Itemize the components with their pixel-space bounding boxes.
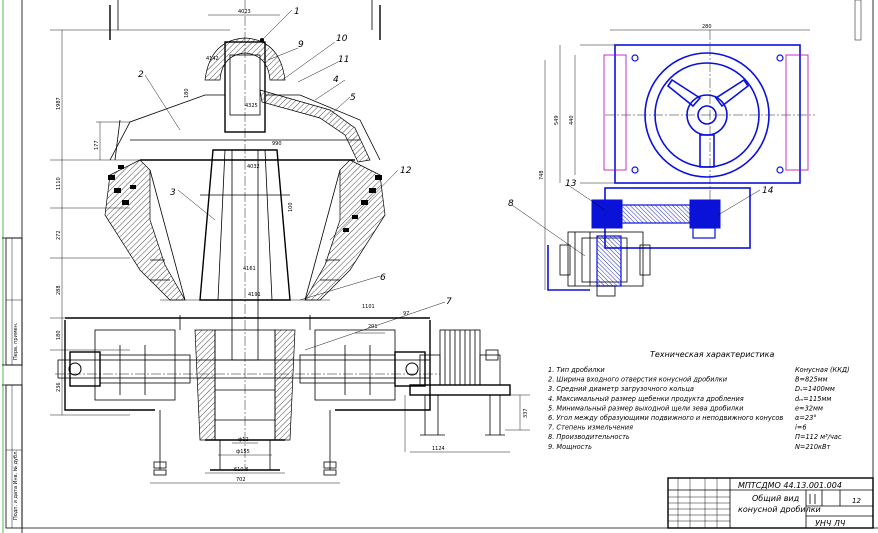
callout-2: 2 [138, 70, 144, 80]
spec-value: Конусная (ККД) [795, 366, 850, 374]
spec-value: П=112 м³/час [795, 433, 842, 441]
crusher-section-view [50, 0, 446, 484]
title-block: МПТСДМО 44.13.001.004 Общий вид конусной… [667, 477, 874, 529]
callout-4: 4 [333, 75, 339, 85]
spec-label: 3. Средний диаметр загрузочного кольца [548, 385, 694, 393]
spec-value: Dₛ=1400мм [795, 385, 835, 393]
dim-top-width: 4023 [238, 9, 251, 15]
dim-plan-h1: 748 [539, 170, 545, 180]
spec-value: B=825мм [795, 376, 828, 384]
callout-3: 3 [170, 188, 176, 198]
doc-code: МПТСДМО 44.13.001.004 [738, 481, 842, 490]
dim-left-h1: 1987 [56, 97, 62, 110]
dim-mid-3: 4191 [248, 292, 261, 298]
callout-12: 12 [400, 166, 412, 176]
callout-8: 8 [508, 199, 514, 209]
spec-value: α=23° [795, 414, 817, 422]
dim-left-h6: 180 [56, 330, 62, 340]
specs-title: Техническая характеристика [650, 350, 775, 359]
drawing-name-line1: Общий вид [752, 494, 800, 503]
dim-bottom-small: ф155 [236, 449, 250, 455]
callout-11: 11 [338, 55, 349, 65]
dim-bottom-width: 702 [236, 477, 246, 483]
callout-14: 14 [762, 186, 774, 196]
dim-plan-h2: 549 [554, 115, 560, 125]
callout-5: 5 [350, 93, 356, 103]
spec-label: 9. Мощность [548, 443, 592, 451]
callout-10: 10 [336, 34, 348, 44]
dim-side-height: 337 [523, 408, 529, 418]
spec-value: N=210кВт [795, 443, 831, 451]
spec-label: 5. Минимальный размер выходной щели зева… [548, 404, 744, 412]
plan-view-drive [511, 29, 815, 297]
dim-right-block: 201 [368, 324, 378, 330]
spec-label: 7. Степень измельчения [548, 424, 633, 432]
spec-label: 4. Максимальный размер щебенки продукта … [548, 395, 744, 403]
spec-label: 8. Производительность [548, 433, 630, 441]
dim-mid-6: 1101 [362, 304, 375, 310]
spec-label: 6. Угол между образующими подвижного и н… [548, 414, 783, 422]
dim-bottom-shaft: ф12 [238, 437, 249, 443]
dim-plan-h3: 440 [569, 115, 575, 125]
svg-text:Подп. и дата Инв. № дубл.: Подп. и дата Инв. № дубл. [13, 450, 19, 520]
dim-right-block2: 97 [403, 311, 409, 317]
dim-left-h5: 288 [56, 285, 62, 295]
dim-mid-8: 100 [288, 202, 294, 212]
dim-mid-5: 4142 [206, 56, 219, 62]
spec-label: 1. Тип дробилки [548, 366, 605, 374]
callout-1: 1 [294, 7, 300, 17]
drawing-name-line2: конусной дробилки [738, 505, 821, 514]
dim-mid-4: 4325 [245, 103, 258, 109]
dim-left-h2: 177 [94, 140, 100, 150]
technical-specifications: Техническая характеристика 1. Тип дробил… [548, 350, 850, 451]
dim-left-h7: 236 [56, 382, 62, 392]
spec-value: e=32мм [795, 404, 823, 412]
side-view-drive [404, 329, 530, 453]
dim-mid-7: 990 [272, 141, 282, 147]
callout-9: 9 [298, 40, 304, 50]
spec-label: 2. Ширина входного отверстия конусной др… [548, 376, 728, 384]
callout-7: 7 [446, 297, 452, 307]
dim-side-bottom: 1124 [432, 446, 445, 452]
spec-value: dₘ=115мм [795, 395, 831, 403]
sheet-frame: Перв. примен. Подп. и дата Инв. № дубл. [2, 0, 878, 533]
dim-mid-2: 4161 [243, 266, 256, 272]
svg-text:Перв. примен.: Перв. примен. [13, 322, 19, 360]
dim-left-h4: 272 [56, 230, 62, 240]
dim-mid-9: 180 [184, 88, 190, 98]
spec-value: i=6 [795, 424, 807, 432]
callout-13: 13 [565, 179, 577, 189]
organization: УНЧ ЛЧ [815, 519, 846, 528]
dim-mid-1: 4032 [247, 164, 260, 170]
technical-drawing: Перв. примен. Подп. и дата Инв. № дубл. [2, 0, 878, 533]
sheet-number: 12 [852, 497, 861, 505]
dim-left-h3: 1110 [56, 177, 62, 190]
dim-bottom-inner: 610.8 [234, 467, 248, 473]
dim-plan-width: 280 [702, 24, 712, 30]
callout-6: 6 [380, 273, 386, 283]
